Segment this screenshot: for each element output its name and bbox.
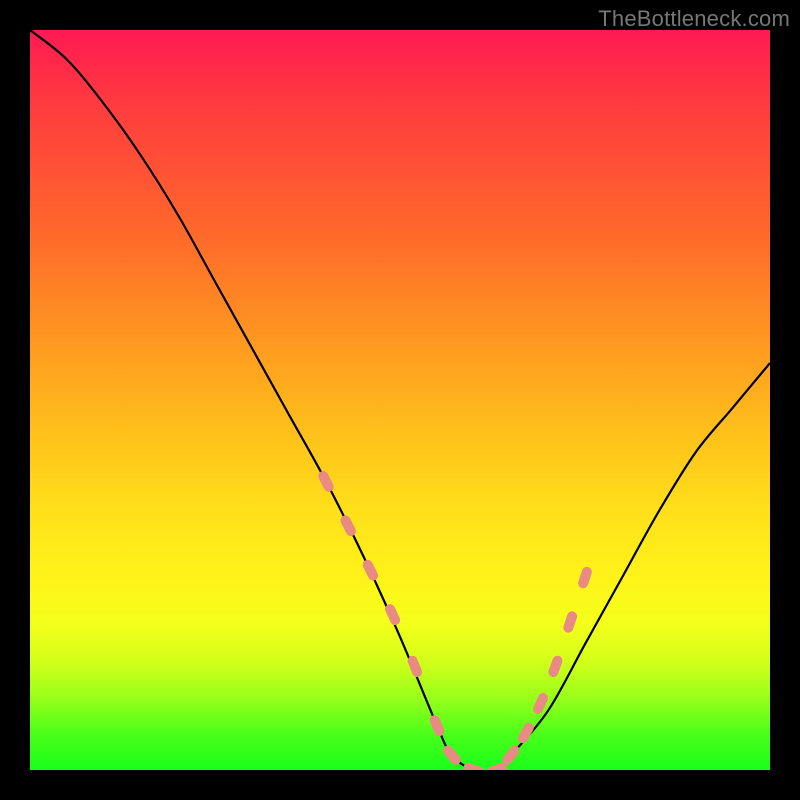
highlight-dot <box>462 762 486 770</box>
highlight-dot <box>428 714 446 738</box>
watermark-text: TheBottleneck.com <box>598 6 790 32</box>
highlight-dot <box>547 654 564 678</box>
highlight-dot <box>516 721 536 745</box>
highlight-dots <box>317 469 594 770</box>
curve-line <box>30 30 770 770</box>
highlight-dot <box>383 603 401 627</box>
bottleneck-curve <box>30 30 770 770</box>
highlight-dot <box>562 610 578 634</box>
chart-frame: TheBottleneck.com <box>0 0 800 800</box>
highlight-dot <box>339 514 358 538</box>
highlight-dot <box>406 654 423 678</box>
highlight-dot <box>317 469 336 493</box>
highlight-dot <box>361 558 380 582</box>
plot-area <box>30 30 770 770</box>
highlight-dot <box>577 566 593 590</box>
